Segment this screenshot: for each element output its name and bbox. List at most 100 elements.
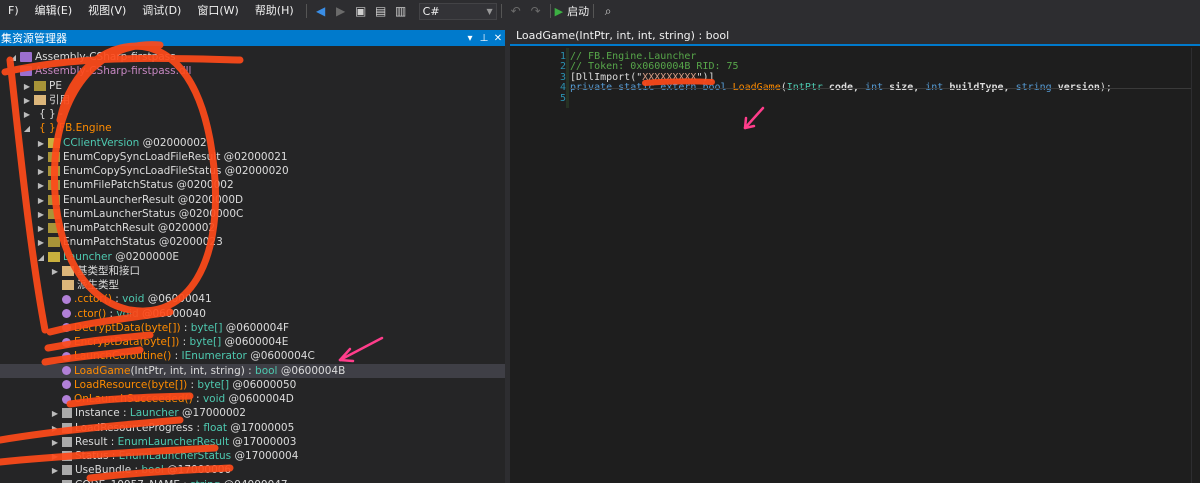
tree-row[interactable]: ▶ Status : EnumLauncherStatus @17000004 (0, 449, 505, 463)
token-id: @17000003 (229, 435, 297, 448)
toolbar-separator (593, 4, 595, 18)
tree-row[interactable]: ▶ EnumLauncherResult @0200000D (0, 193, 505, 207)
menu-debug[interactable]: 调试(D) (134, 0, 189, 22)
redo-icon[interactable]: ↷ (528, 3, 544, 19)
tree-row[interactable]: OnLaunchSucceeded() : void @0600004D (0, 392, 505, 406)
return-type: IEnumerator (181, 350, 247, 363)
tree-row[interactable]: 派生类型 (0, 278, 505, 292)
start-button[interactable]: ▶ 启动 (555, 3, 589, 19)
close-icon[interactable]: ✕ (491, 33, 505, 44)
tree-row[interactable]: ◢ Assembly-CSharp-firstpass (0, 50, 505, 64)
expand-toggle-icon[interactable]: ▶ (36, 165, 46, 179)
tree-row[interactable]: ▶ EnumCopySyncLoadFileResult @02000021 (0, 150, 505, 164)
token-id: @0600004C (246, 350, 315, 363)
type-separator: : (179, 336, 190, 348)
tree-node-name: CODE_10057_NAME (75, 479, 180, 483)
tree-row[interactable]: ▶ EnumPatchStatus @02000023 (0, 235, 505, 249)
menu-view[interactable]: 视图(V) (80, 0, 134, 22)
expand-toggle-icon[interactable]: ▶ (50, 422, 60, 436)
tree-row[interactable]: ◢ { } FB.Engine (0, 121, 505, 135)
namespace-icon (34, 123, 36, 133)
open-icon[interactable]: ▣ (353, 3, 369, 19)
token-id: @0600004F (222, 321, 290, 334)
type-separator: : (180, 321, 191, 334)
tree-row[interactable]: ▶ UseBundle : bool @17000006 (0, 463, 505, 477)
tree-row[interactable]: ▶ 引用 (0, 93, 505, 107)
expand-toggle-icon[interactable]: ▶ (50, 265, 60, 279)
menu-file[interactable]: F) (0, 0, 27, 22)
return-type: byte[] (190, 321, 223, 334)
token-id: @17000002 (178, 407, 246, 420)
tree-node-name: .cctor() (74, 293, 112, 306)
tree-node-name: CClientVersion (63, 136, 140, 149)
expand-toggle-icon[interactable]: ▶ (36, 137, 46, 151)
tree-row[interactable]: ▶ PE (0, 79, 505, 93)
tree-row[interactable]: ▶ EnumCopySyncLoadFileStatus @02000020 (0, 164, 505, 178)
undo-icon[interactable]: ↶ (508, 3, 524, 19)
tree-row[interactable]: CODE_10057_NAME : string @04000047 (0, 478, 505, 483)
expand-toggle-icon[interactable]: ▶ (36, 179, 46, 193)
tree-row[interactable]: LaunchCoroutine() : IEnumerator @0600004… (0, 349, 505, 363)
tree-row[interactable]: LoadResource(byte[]) : byte[] @06000050 (0, 378, 505, 392)
forward-icon[interactable]: ▶ (333, 3, 349, 19)
return-type: byte[] (197, 378, 230, 391)
tree-node-name: Assembly-CSharp-firstpass (35, 51, 176, 63)
tree-row[interactable]: .ctor() : void @06000040 (0, 307, 505, 321)
back-icon[interactable]: ◀ (313, 3, 329, 19)
return-type: EnumLauncherResult (117, 435, 230, 448)
expand-toggle-icon[interactable]: ▶ (36, 194, 46, 208)
tree-row[interactable]: ◢ Launcher @0200000E (0, 250, 505, 264)
expand-toggle-icon[interactable]: ▶ (50, 464, 60, 478)
tree-row[interactable]: ▶ EnumFilePatchStatus @0200002 (0, 178, 505, 192)
expand-toggle-icon[interactable]: ▶ (50, 407, 60, 421)
tree-row[interactable]: ▶ 基类型和接口 (0, 264, 505, 278)
return-type: byte[] (189, 336, 222, 348)
property-icon (62, 465, 72, 476)
save-icon[interactable]: ▤ (373, 3, 389, 19)
tree-row[interactable]: EncryptData(byte[]) : byte[] @0600004E (0, 335, 505, 349)
type-separator: : (192, 393, 203, 405)
pin-icon[interactable]: ⊥ (477, 33, 491, 44)
expand-toggle-icon[interactable]: ◢ (36, 251, 46, 265)
vertical-scrollbar[interactable] (1191, 48, 1200, 483)
expand-toggle-icon[interactable]: ▶ (22, 80, 32, 94)
pin-dropdown-icon[interactable]: ▾ (463, 33, 477, 44)
language-select[interactable]: C# ▼ (418, 2, 497, 20)
tree-row-selected[interactable]: LoadGame(IntPtr, int, int, string) : boo… (0, 363, 505, 378)
tree-row[interactable]: ▶ Result : EnumLauncherResult @17000003 (0, 435, 505, 449)
code-editor[interactable]: 12345 // FB.Engine.Launcher// Token: 0x0… (510, 48, 1200, 483)
expand-toggle-icon[interactable]: ▶ (36, 222, 46, 236)
method-icon (62, 323, 71, 333)
method-icon (62, 309, 71, 318)
expand-toggle-icon[interactable]: ▶ (36, 151, 46, 165)
tree-node-name: 基类型和接口 (77, 264, 140, 277)
expand-toggle-icon[interactable]: ▶ (36, 208, 46, 222)
tree-row[interactable]: ▶ { } - (0, 107, 505, 121)
tree-row[interactable]: ▶ EnumPatchResult @0200002 (0, 221, 505, 235)
expand-toggle-icon[interactable]: ▶ (22, 108, 32, 122)
token-id: @02000021 (220, 150, 288, 163)
enum-icon (48, 166, 60, 176)
line-number: 5 (559, 92, 566, 104)
expand-toggle-icon[interactable]: ▶ (50, 450, 60, 464)
tree-row[interactable]: DecryptData(byte[]) : byte[] @0600004F (0, 321, 505, 335)
tree-row[interactable]: ▶ Instance : Launcher @17000002 (0, 406, 505, 420)
menu-edit[interactable]: 编辑(E) (27, 0, 81, 22)
expand-toggle-icon[interactable]: ◢ (8, 51, 18, 65)
tree-row[interactable]: ▶ EnumLauncherStatus @0200000C (0, 207, 505, 221)
expand-toggle-icon[interactable]: ▶ (22, 94, 32, 108)
tree-row[interactable]: .cctor() : void @06000041 (0, 292, 505, 306)
search-icon[interactable]: ⌕ (600, 3, 616, 19)
expand-toggle-icon[interactable]: ◢ (22, 122, 32, 136)
expand-toggle-icon[interactable]: ▶ (50, 436, 60, 450)
tree-row[interactable]: ▶ CClientVersion @02000002 (0, 136, 505, 150)
tree-row[interactable]: Assembly-CSharp-firstpass.dll (0, 64, 505, 78)
menu-help[interactable]: 帮助(H) (247, 0, 302, 22)
method-icon (62, 294, 71, 304)
menu-window[interactable]: 窗口(W) (189, 0, 246, 22)
expand-toggle-icon[interactable]: ▶ (36, 236, 46, 250)
enum-icon (48, 223, 60, 233)
save-all-icon[interactable]: ▥ (393, 3, 409, 19)
tree-row[interactable]: ▶ LoadResourceProgress : float @17000005 (0, 421, 505, 435)
token-id: @0600004B (277, 364, 346, 377)
